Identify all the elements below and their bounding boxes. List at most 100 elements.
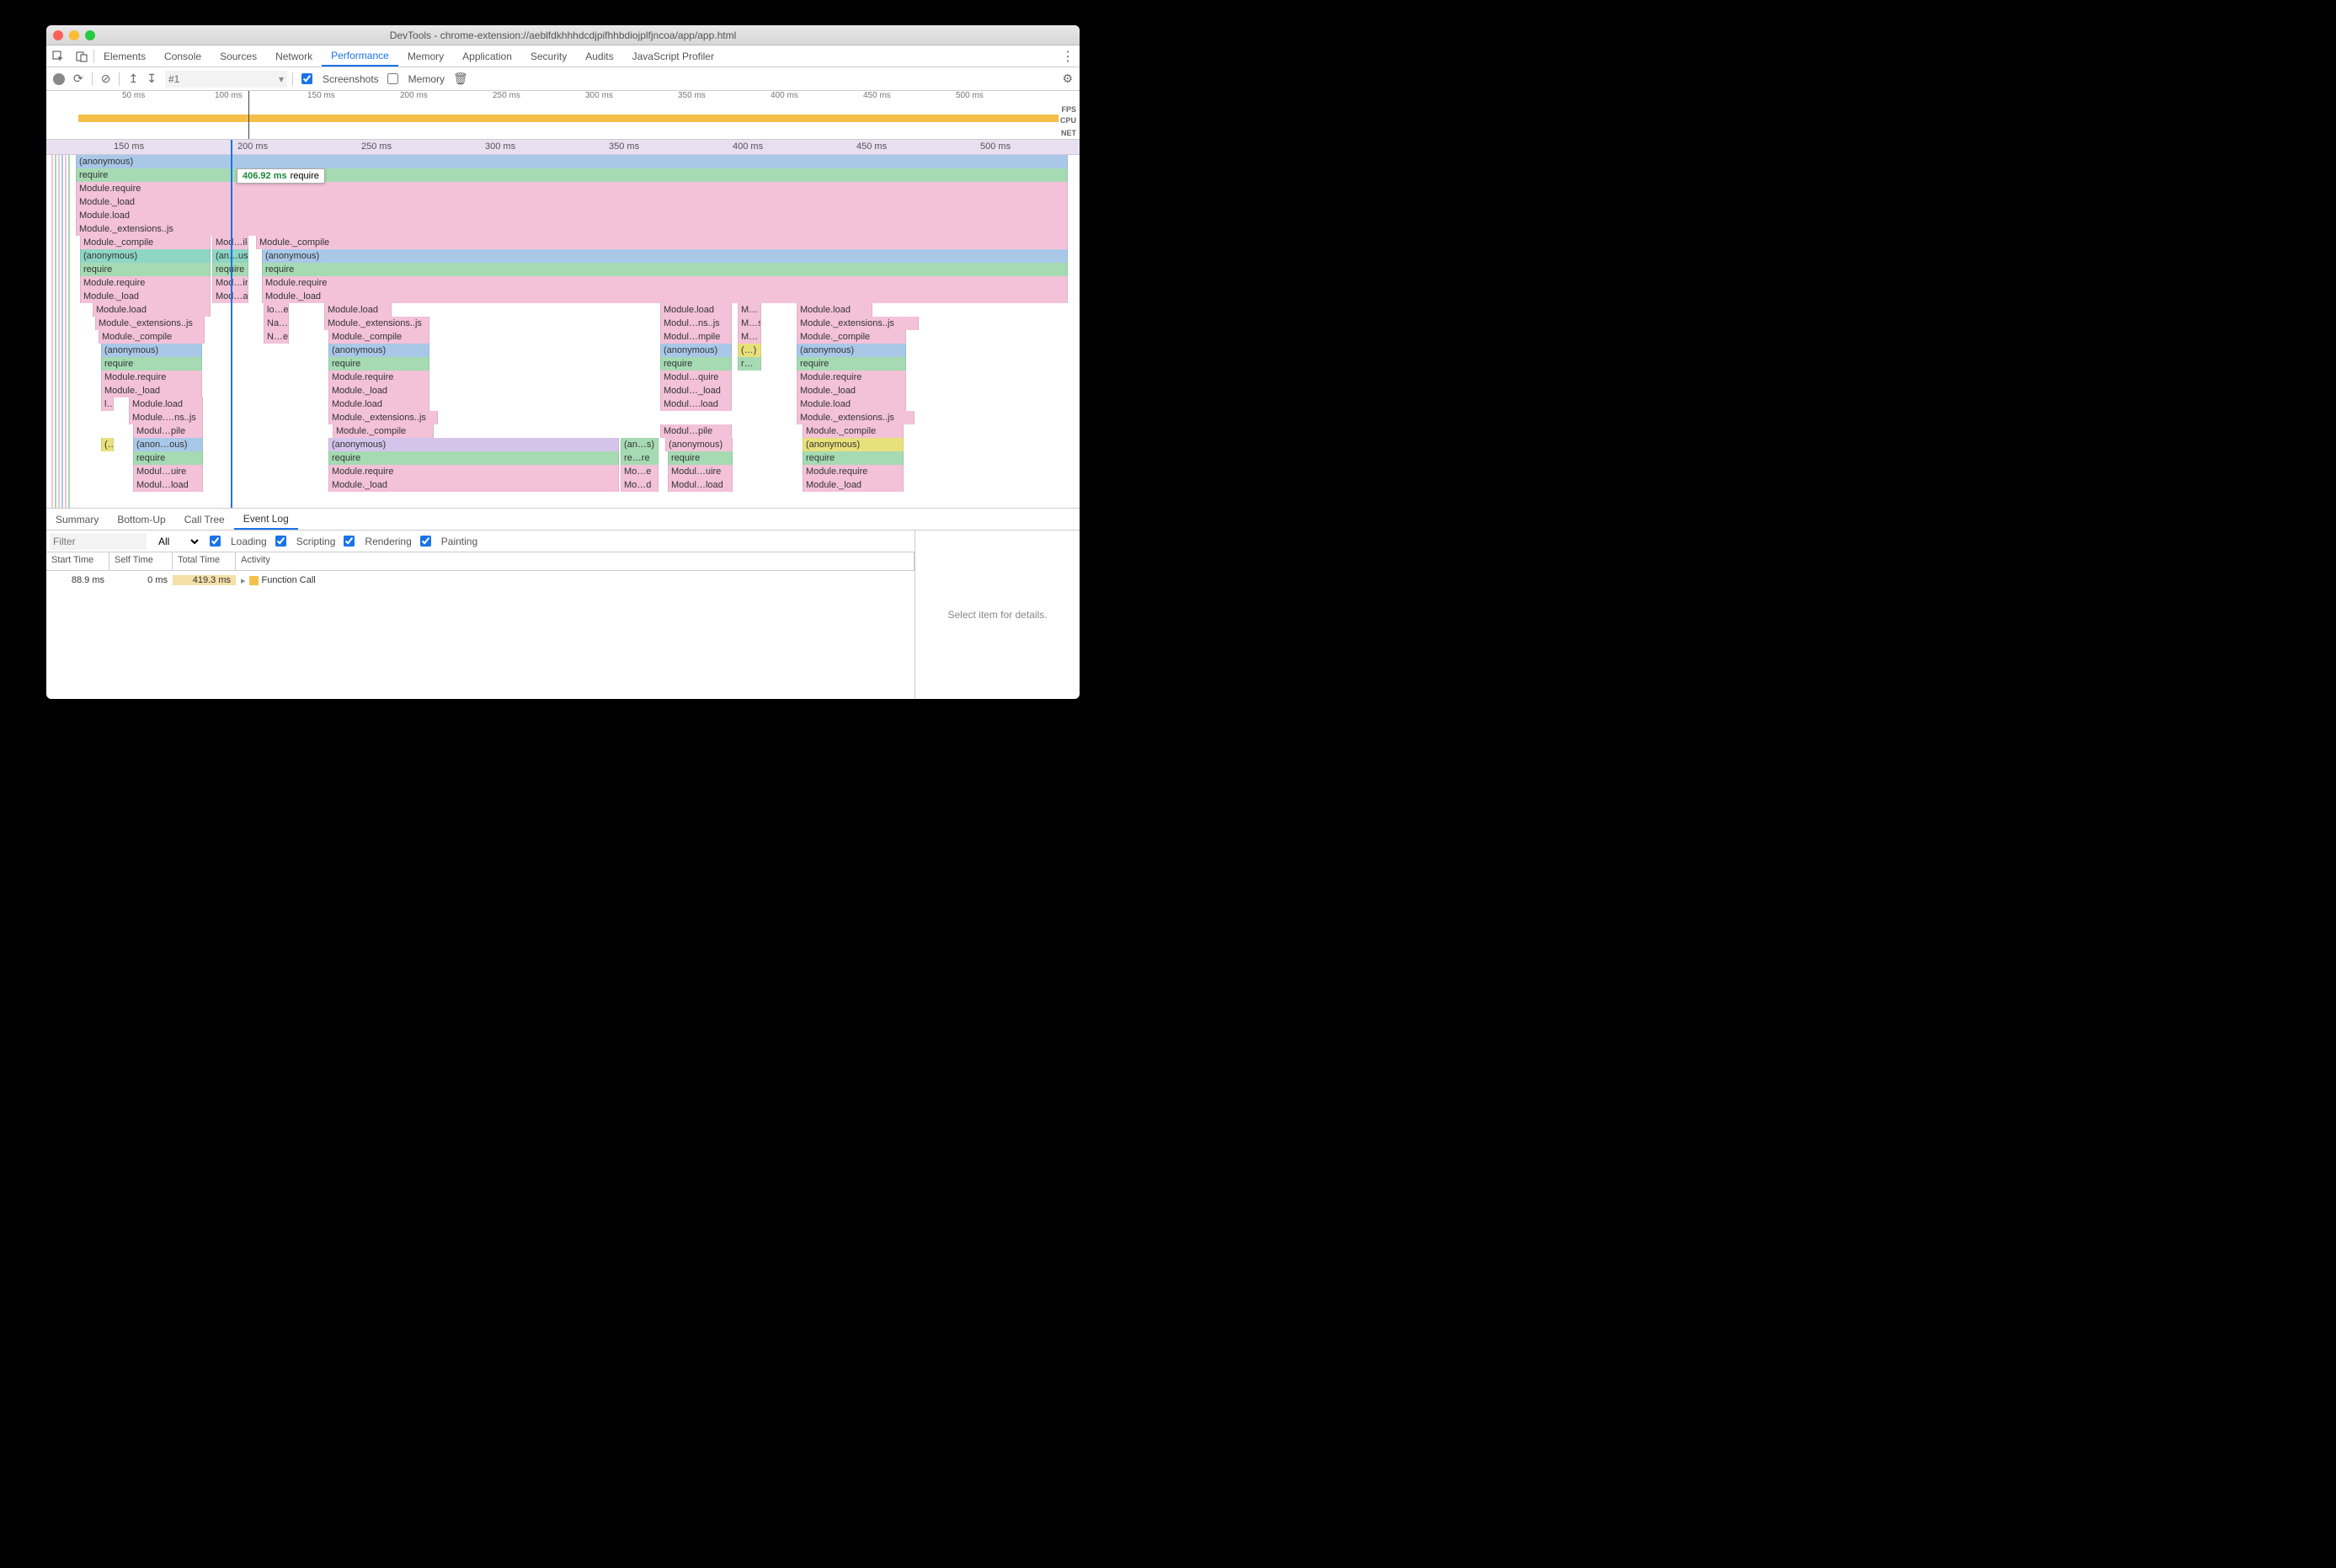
tab-network[interactable]: Network (266, 45, 322, 67)
flame-bar[interactable]: Modul…load (668, 478, 733, 492)
flame-bar[interactable]: Module.load (797, 303, 872, 317)
record-button[interactable] (53, 73, 65, 85)
flame-chart[interactable]: 150 ms200 ms250 ms300 ms350 ms400 ms450 … (46, 140, 1080, 508)
flame-bar[interactable]: (anonymous) (328, 438, 619, 451)
flame-bar[interactable]: Module._extensions..js (95, 317, 205, 330)
flame-bar[interactable]: Module._load (101, 384, 202, 397)
flame-bar[interactable]: require (262, 263, 1068, 276)
clear-icon[interactable]: ⊘ (101, 72, 111, 86)
flame-bar[interactable]: Modul…pile (660, 424, 732, 438)
flame-bar[interactable]: Module.require (803, 465, 904, 478)
tab-elements[interactable]: Elements (94, 45, 155, 67)
flame-bar[interactable]: r… (738, 357, 761, 371)
flame-bar[interactable]: M… (738, 303, 761, 317)
flame-bar[interactable]: Module.require (262, 276, 1068, 290)
flame-bar[interactable]: Module._load (76, 195, 1068, 209)
flame-bar[interactable]: require (80, 263, 211, 276)
flame-bar[interactable]: Modul…ns..js (660, 317, 732, 330)
flame-bar[interactable]: Module._load (797, 384, 906, 397)
flame-bar[interactable]: Modul…load (133, 478, 203, 492)
flame-bar[interactable]: Module._extensions..js (76, 222, 1068, 236)
flame-bar[interactable]: Module._compile (333, 424, 434, 438)
flame-bar[interactable]: require (668, 451, 733, 465)
painting-checkbox[interactable] (420, 536, 431, 547)
flame-bars[interactable]: (anonymous)requireModule.requireModule._… (46, 155, 1080, 508)
flame-bar[interactable]: Module.require (797, 371, 906, 384)
subtab-event-log[interactable]: Event Log (234, 509, 298, 530)
flame-bar[interactable]: Modul….load (660, 397, 732, 411)
flame-bar[interactable]: Na…r (264, 317, 289, 330)
subtab-call-tree[interactable]: Call Tree (175, 509, 234, 530)
flame-bar[interactable]: (anonymous) (660, 344, 732, 357)
flame-cursor[interactable] (231, 140, 232, 508)
scripting-checkbox[interactable] (275, 536, 286, 547)
trash-icon[interactable]: 🗑 (453, 72, 468, 86)
flame-bar[interactable]: (…) (738, 344, 761, 357)
flame-bar[interactable]: require (101, 357, 202, 371)
flame-bar[interactable]: require (328, 357, 429, 371)
flame-bar[interactable]: Modul…pile (133, 424, 203, 438)
maximize-icon[interactable] (85, 30, 95, 40)
flame-bar[interactable]: M…s (738, 317, 761, 330)
subtab-summary[interactable]: Summary (46, 509, 108, 530)
flame-bar[interactable]: require (133, 451, 203, 465)
more-menu-icon[interactable]: ⋮ (1056, 48, 1080, 65)
flame-bar[interactable]: Module._extensions..js (328, 411, 438, 424)
flame-bar[interactable]: lo…e (264, 303, 289, 317)
flame-bar[interactable]: (anonymous) (797, 344, 906, 357)
flame-bar[interactable]: Module.load (129, 397, 203, 411)
upload-icon[interactable]: ↥ (128, 72, 138, 86)
tab-application[interactable]: Application (453, 45, 521, 67)
flame-bar[interactable]: Module.load (324, 303, 392, 317)
flame-bar[interactable]: Module._load (328, 384, 429, 397)
flame-bar[interactable]: (anonymous) (803, 438, 904, 451)
flame-bar[interactable]: Modul…uire (133, 465, 203, 478)
flame-bar[interactable]: Module._compile (80, 236, 211, 249)
flame-bar[interactable]: Module._load (803, 478, 904, 492)
dropdown-arrow-icon[interactable]: ▾ (279, 73, 284, 85)
subtab-bottom-up[interactable]: Bottom-Up (108, 509, 174, 530)
flame-bar[interactable]: (anonymous) (262, 249, 1068, 263)
flame-bar[interactable]: Module._extensions..js (797, 411, 915, 424)
tab-console[interactable]: Console (155, 45, 211, 67)
flame-bar[interactable]: (an…s) (621, 438, 659, 451)
flame-bar[interactable]: require (328, 451, 619, 465)
flame-bar[interactable]: (anonymous) (76, 155, 1068, 168)
flame-bar[interactable]: Module.load (76, 209, 1068, 222)
overview-cursor[interactable] (248, 91, 249, 139)
flame-bar[interactable]: Module.require (76, 182, 1068, 195)
flame-bar[interactable]: Modul…uire (668, 465, 733, 478)
flame-bar[interactable]: Module._compile (328, 330, 429, 344)
flame-bar[interactable]: Module.require (101, 371, 202, 384)
tab-javascript-profiler[interactable]: JavaScript Profiler (623, 45, 723, 67)
gear-icon[interactable]: ⚙ (1062, 72, 1073, 86)
tab-memory[interactable]: Memory (398, 45, 453, 67)
filter-input[interactable] (50, 533, 147, 550)
flame-bar[interactable]: Modul…_load (660, 384, 732, 397)
flame-bar[interactable]: Module.load (328, 397, 429, 411)
flame-bar[interactable]: Mo…e (621, 465, 659, 478)
minimize-icon[interactable] (69, 30, 79, 40)
flame-bar[interactable]: Module._compile (99, 330, 205, 344)
flame-bar[interactable]: Mo…d (621, 478, 659, 492)
overview-timeline[interactable]: 50 ms100 ms150 ms200 ms250 ms300 ms350 m… (46, 91, 1080, 140)
tab-audits[interactable]: Audits (576, 45, 622, 67)
inspect-icon[interactable] (46, 51, 70, 62)
flame-bar[interactable]: Modul…mpile (660, 330, 732, 344)
flame-bar[interactable]: (anonymous) (80, 249, 211, 263)
flame-bar[interactable]: (anonymous) (665, 438, 733, 451)
filter-scope-select[interactable]: All (155, 535, 201, 548)
flame-bar[interactable]: require (76, 168, 1068, 182)
flame-bar[interactable]: Module.require (328, 465, 619, 478)
flame-bar[interactable]: Module._extensions..js (797, 317, 919, 330)
flame-bar[interactable]: l… (101, 397, 114, 411)
flame-bar[interactable]: Module.require (328, 371, 429, 384)
flame-bar[interactable]: require (803, 451, 904, 465)
flame-bar[interactable]: Module.load (797, 397, 906, 411)
flame-bar[interactable]: re…re (621, 451, 659, 465)
flame-bar[interactable]: Module._compile (256, 236, 1068, 249)
reload-icon[interactable]: ⟳ (73, 72, 83, 86)
flame-bar[interactable]: (anon…ous) (133, 438, 203, 451)
rendering-checkbox[interactable] (344, 536, 355, 547)
loading-checkbox[interactable] (210, 536, 221, 547)
